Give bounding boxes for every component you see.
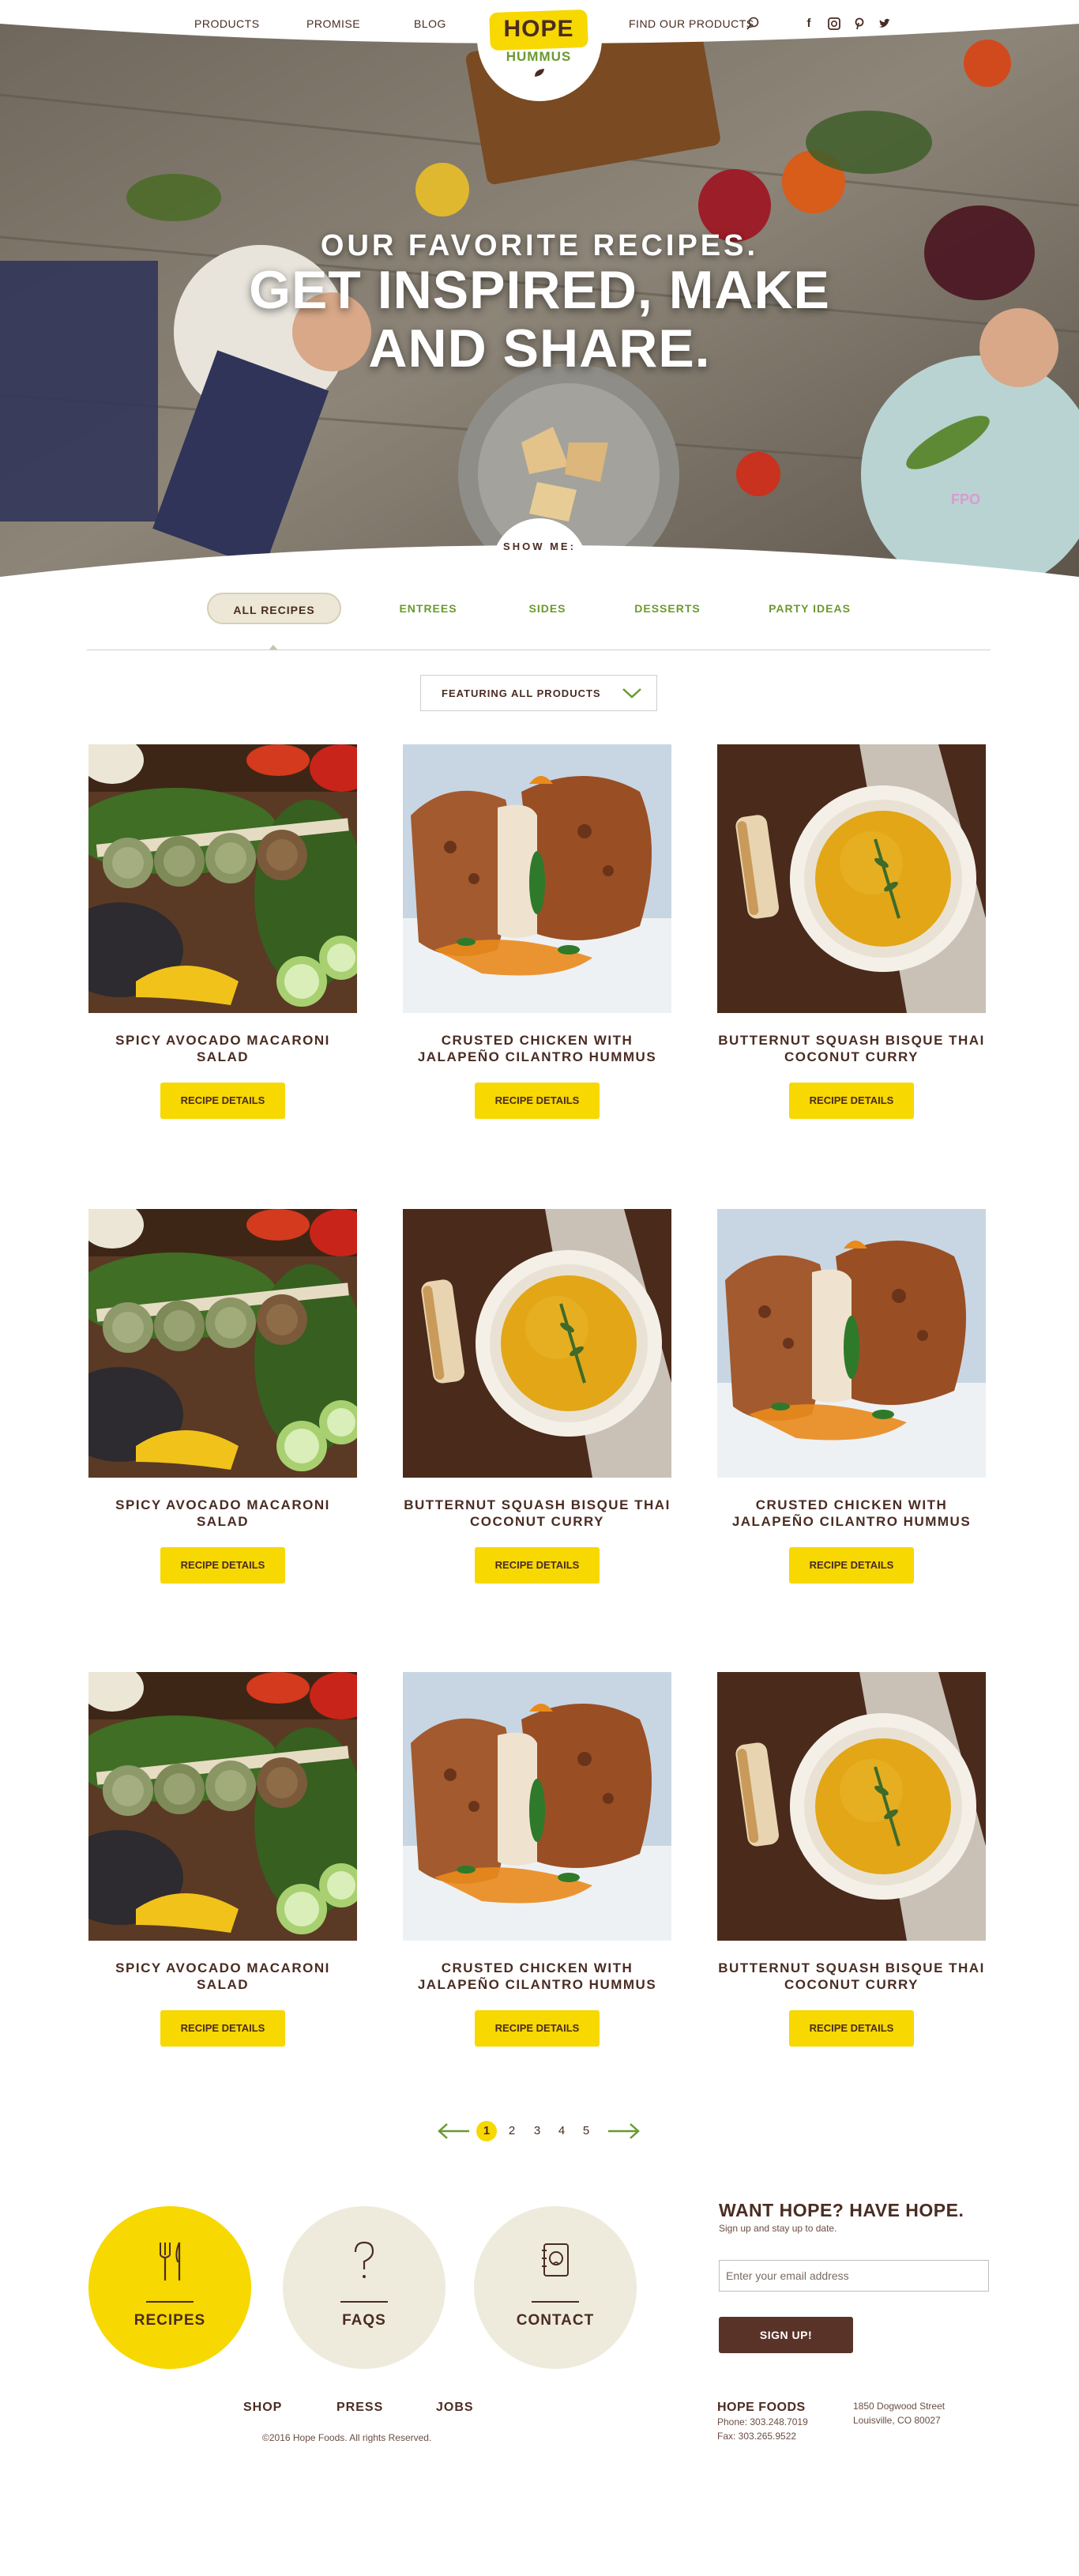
recipe-photo[interactable]	[717, 1672, 986, 1941]
nav-products[interactable]: PRODUCTS	[194, 17, 260, 30]
recipe-photo[interactable]	[717, 744, 986, 1013]
fpo-watermark: FPO	[951, 491, 981, 507]
twitter-icon[interactable]	[878, 17, 891, 30]
nav-blog[interactable]: BLOG	[414, 17, 446, 30]
filter-entrees[interactable]: ENTREES	[389, 593, 468, 624]
page-5[interactable]: 5	[576, 2121, 596, 2141]
footer-faqs-link[interactable]: FAQS	[283, 2206, 446, 2369]
sign-up-button[interactable]: SIGN UP!	[719, 2317, 853, 2353]
recipe-photo[interactable]	[88, 1672, 357, 1941]
search-icon[interactable]	[746, 17, 760, 31]
question-mark-icon	[354, 2241, 374, 2278]
footer-contact-link[interactable]: CONTACT	[474, 2206, 637, 2369]
recipe-photo[interactable]	[403, 744, 671, 1013]
recipe-details-button[interactable]: RECIPE DETAILS	[789, 1547, 914, 1584]
footer-contact-label: CONTACT	[516, 2312, 595, 2329]
show-me-label: SHOW ME:	[503, 540, 576, 552]
footer-link-press[interactable]: PRESS	[336, 2401, 383, 2415]
nav-find-our-products[interactable]: FIND OUR PRODUCTS	[629, 17, 754, 30]
footer-recipes-label: RECIPES	[133, 2312, 206, 2329]
page-1[interactable]: 1	[476, 2121, 497, 2141]
recipe-title[interactable]: CRUSTED CHICKEN WITH JALAPEÑO CILANTRO H…	[403, 1960, 671, 1993]
instagram-icon[interactable]	[828, 17, 840, 30]
company-phone: Phone: 303.248.7019	[717, 2416, 808, 2427]
recipe-title[interactable]: BUTTERNUT SQUASH BISQUE THAI COCONUT CUR…	[403, 1497, 671, 1530]
recipe-title[interactable]: SPICY AVOCADO MACARONI SALAD	[88, 1032, 357, 1065]
recipe-title[interactable]: SPICY AVOCADO MACARONI SALAD	[88, 1960, 357, 1993]
chevron-down-icon	[622, 688, 641, 699]
footer-link-shop[interactable]: SHOP	[243, 2401, 282, 2415]
hero-kicker: OUR FAVORITE RECIPES.	[320, 229, 759, 262]
arrow-left-icon[interactable]	[436, 2122, 471, 2140]
divider	[146, 2301, 194, 2303]
filter-party-ideas[interactable]: PARTY IDEAS	[758, 593, 861, 624]
footer-link-jobs[interactable]: JOBS	[436, 2401, 474, 2415]
facebook-icon[interactable]: f	[803, 17, 815, 30]
recipe-details-button[interactable]: RECIPE DETAILS	[160, 1083, 285, 1119]
product-filter-dropdown[interactable]: FEATURING ALL PRODUCTS	[420, 675, 657, 711]
page-3[interactable]: 3	[527, 2121, 547, 2141]
recipe-title[interactable]: SPICY AVOCADO MACARONI SALAD	[88, 1497, 357, 1530]
company-address-line-2: Louisville, CO 80027	[853, 2415, 941, 2426]
nav-promise[interactable]: PROMISE	[306, 17, 360, 30]
recipe-details-button[interactable]: RECIPE DETAILS	[789, 2010, 914, 2047]
recipe-details-button[interactable]: RECIPE DETAILS	[475, 2010, 600, 2047]
footer-faqs-label: FAQS	[342, 2312, 386, 2329]
recipe-title[interactable]: CRUSTED CHICKEN WITH JALAPEÑO CILANTRO H…	[717, 1497, 986, 1530]
recipe-photo[interactable]	[88, 744, 357, 1013]
page-4[interactable]: 4	[551, 2121, 572, 2141]
recipe-details-button[interactable]: RECIPE DETAILS	[160, 1547, 285, 1584]
recipe-filter-tabs: ALL RECIPES ENTREES SIDES DESSERTS PARTY…	[0, 593, 1079, 624]
leaf-icon	[535, 69, 544, 77]
hero-banner: PRODUCTS PROMISE BLOG FIND OUR PRODUCTS …	[0, 0, 1079, 585]
hero-title: GET INSPIRED, MAKE AND SHARE.	[249, 260, 830, 378]
page-2[interactable]: 2	[502, 2121, 522, 2141]
arrow-right-icon[interactable]	[607, 2122, 641, 2140]
copyright: ©2016 Hope Foods. All rights Reserved.	[262, 2432, 432, 2443]
logo-brand[interactable]: HOPE	[490, 16, 588, 43]
recipe-photo[interactable]	[403, 1672, 671, 1941]
newsletter-title: WANT HOPE? HAVE HOPE.	[719, 2200, 964, 2220]
filter-all-recipes[interactable]: ALL RECIPES	[207, 593, 341, 624]
recipe-details-button[interactable]: RECIPE DETAILS	[475, 1547, 600, 1584]
dropdown-label: FEATURING ALL PRODUCTS	[442, 687, 601, 699]
recipe-photo[interactable]	[717, 1209, 986, 1478]
recipe-details-button[interactable]: RECIPE DETAILS	[475, 1083, 600, 1119]
pagination: 1 2 3 4 5	[0, 2118, 1079, 2145]
pinterest-icon[interactable]	[853, 17, 866, 30]
divider	[340, 2301, 388, 2303]
recipe-details-button[interactable]: RECIPE DETAILS	[789, 1083, 914, 1119]
recipe-title[interactable]: CRUSTED CHICKEN WITH JALAPEÑO CILANTRO H…	[403, 1032, 671, 1065]
divider	[532, 2301, 579, 2303]
email-field[interactable]	[719, 2260, 989, 2292]
filter-sides[interactable]: SIDES	[512, 593, 583, 624]
company-name: HOPE FOODS	[717, 2401, 806, 2414]
filter-desserts[interactable]: DESSERTS	[624, 593, 711, 624]
footer-recipes-link[interactable]: RECIPES	[88, 2206, 251, 2369]
newsletter-text: Sign up and stay up to date.	[719, 2223, 837, 2234]
recipe-title[interactable]: BUTTERNUT SQUASH BISQUE THAI COCONUT CUR…	[717, 1960, 986, 1993]
company-fax: Fax: 303.265.9522	[717, 2431, 797, 2442]
recipe-title[interactable]: BUTTERNUT SQUASH BISQUE THAI COCONUT CUR…	[717, 1032, 986, 1065]
company-address-line-1: 1850 Dogwood Street	[853, 2401, 946, 2412]
recipe-details-button[interactable]: RECIPE DETAILS	[160, 2010, 285, 2047]
recipe-photo[interactable]	[403, 1209, 671, 1478]
contact-book-icon	[542, 2243, 569, 2277]
recipe-photo[interactable]	[88, 1209, 357, 1478]
logo-subtitle: HUMMUS	[506, 49, 572, 64]
fork-knife-icon	[160, 2242, 181, 2280]
